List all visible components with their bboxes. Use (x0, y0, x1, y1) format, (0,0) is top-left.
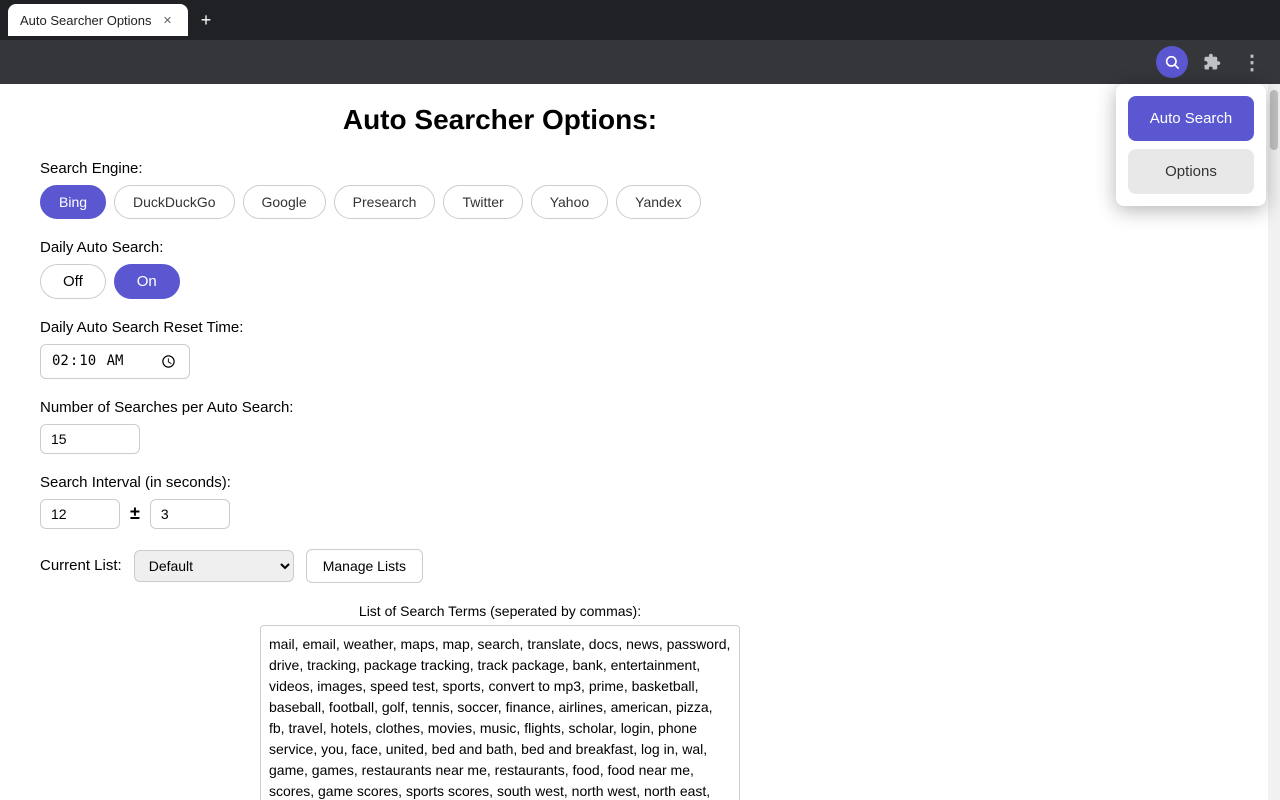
popup-auto-search-button[interactable]: Auto Search (1128, 96, 1254, 141)
list-row: Current List: Default List 1 List 2 Mana… (40, 549, 960, 583)
popup-panel: Auto Search Options (1116, 84, 1266, 206)
scroll-thumb[interactable] (1270, 90, 1278, 150)
reset-time-section: Daily Auto Search Reset Time: (40, 319, 960, 379)
terms-wrapper: mail, email, weather, maps, map, search,… (40, 625, 960, 800)
engine-btn-presearch[interactable]: Presearch (334, 185, 436, 219)
new-tab-button[interactable]: + (192, 6, 220, 34)
num-searches-section: Number of Searches per Auto Search: (40, 399, 960, 454)
engine-btn-twitter[interactable]: Twitter (443, 185, 522, 219)
tab-close-button[interactable]: ✕ (160, 12, 176, 28)
menu-button[interactable]: ⋮ (1236, 46, 1268, 78)
interval-section: Search Interval (in seconds): ± (40, 474, 960, 529)
toggle-button-group: Off On (40, 264, 960, 299)
engine-btn-google[interactable]: Google (243, 185, 326, 219)
terms-textarea[interactable]: mail, email, weather, maps, map, search,… (260, 625, 740, 800)
toggle-off-button[interactable]: Off (40, 264, 106, 299)
num-searches-label: Number of Searches per Auto Search: (40, 399, 960, 416)
current-list-select[interactable]: Default List 1 List 2 (134, 550, 294, 582)
search-engine-label: Search Engine: (40, 160, 960, 177)
browser-toolbar: ⋮ (0, 40, 1280, 84)
page-title: Auto Searcher Options: (40, 104, 960, 136)
terms-textarea-container: mail, email, weather, maps, map, search,… (260, 625, 740, 800)
daily-auto-search-section: Daily Auto Search: Off On (40, 239, 960, 299)
daily-auto-search-label: Daily Auto Search: (40, 239, 960, 256)
search-extension-icon[interactable] (1156, 46, 1188, 78)
terms-label: List of Search Terms (seperated by comma… (40, 603, 960, 619)
reset-time-input[interactable] (40, 344, 190, 379)
pm-symbol: ± (130, 503, 140, 524)
interval-label: Search Interval (in seconds): (40, 474, 960, 491)
reset-time-label: Daily Auto Search Reset Time: (40, 319, 960, 336)
manage-lists-button[interactable]: Manage Lists (306, 549, 423, 583)
search-engine-section: Search Engine: Bing DuckDuckGo Google Pr… (40, 160, 960, 219)
browser-tab[interactable]: Auto Searcher Options ✕ (8, 4, 188, 36)
interval-value2-input[interactable] (150, 499, 230, 529)
engine-btn-duckduckgo[interactable]: DuckDuckGo (114, 185, 234, 219)
title-bar: Auto Searcher Options ✕ + (0, 0, 1280, 40)
popup-options-button[interactable]: Options (1128, 149, 1254, 194)
main-content: Auto Searcher Options: Search Engine: Bi… (0, 84, 1000, 800)
engine-btn-bing[interactable]: Bing (40, 185, 106, 219)
interval-row: ± (40, 499, 960, 529)
interval-value1-input[interactable] (40, 499, 120, 529)
engine-btn-yahoo[interactable]: Yahoo (531, 185, 608, 219)
current-list-label: Current List: (40, 557, 122, 574)
num-searches-input[interactable] (40, 424, 140, 454)
extensions-icon[interactable] (1196, 46, 1228, 78)
terms-section: List of Search Terms (seperated by comma… (40, 603, 960, 800)
tab-title: Auto Searcher Options (20, 13, 152, 28)
toggle-on-button[interactable]: On (114, 264, 180, 299)
engine-btn-yandex[interactable]: Yandex (616, 185, 700, 219)
current-list-section: Current List: Default List 1 List 2 Mana… (40, 549, 960, 583)
engine-button-group: Bing DuckDuckGo Google Presearch Twitter… (40, 185, 960, 219)
page-scrollbar[interactable] (1268, 84, 1280, 800)
